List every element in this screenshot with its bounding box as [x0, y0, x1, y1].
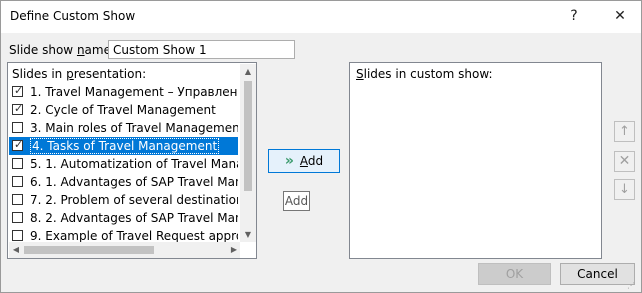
slide-item-label: 6. 1. Advantages of SAP Travel Manageme	[30, 175, 238, 189]
slide-show-name-label: Slide show name:	[9, 43, 116, 57]
slide-checkbox[interactable]	[12, 212, 23, 223]
slide-list-item[interactable]: ✓ 4. Tasks of Travel Management	[9, 137, 238, 155]
slide-list-item[interactable]: 7. 2. Problem of several destinations	[9, 191, 238, 209]
slide-show-name-input[interactable]: Custom Show 1	[108, 40, 295, 59]
slide-checkbox[interactable]	[12, 194, 23, 205]
slides-in-custom-show-label: Slides in custom show:	[356, 67, 493, 81]
add-button[interactable]: » Add	[268, 149, 340, 173]
help-button[interactable]: ?	[559, 5, 589, 27]
vertical-scrollbar[interactable]: ▲ ▼	[240, 64, 256, 242]
slides-in-presentation-label: Slides in presentation:	[12, 67, 147, 81]
slide-checkbox[interactable]	[12, 176, 23, 187]
scroll-right-icon[interactable]: ▶	[229, 245, 239, 254]
slide-item-label: 5. 1. Automatization of Travel Manageme	[30, 157, 238, 171]
slide-item-label: 8. 2. Advantages of SAP Travel Manageme	[30, 211, 238, 225]
scroll-down-icon[interactable]: ▼	[240, 230, 256, 239]
slide-list-item[interactable]: ✓ 2. Cycle of Travel Management	[9, 101, 238, 119]
remove-x-icon: ✕	[618, 153, 631, 169]
slide-item-label: 3. Main roles of Travel Management	[30, 121, 238, 135]
slide-item-label: 2. Cycle of Travel Management	[30, 103, 216, 117]
slide-list-item[interactable]: 5. 1. Automatization of Travel Manageme	[9, 155, 238, 173]
slide-item-label: 7. 2. Problem of several destinations	[30, 193, 238, 207]
horizontal-scroll-thumb[interactable]	[24, 246, 154, 254]
add-tooltip: Add	[283, 191, 310, 211]
slides-in-presentation-list[interactable]: Slides in presentation: ✓ 1. Travel Manag…	[7, 62, 257, 259]
slide-list-item[interactable]: 6. 1. Advantages of SAP Travel Manageme	[9, 173, 238, 191]
slide-checkbox[interactable]	[12, 122, 23, 133]
define-custom-show-dialog: Define Custom Show ? ✕ Slide show name: …	[0, 0, 642, 293]
cancel-button[interactable]: Cancel	[560, 263, 635, 285]
title-bar: Define Custom Show ? ✕	[1, 1, 641, 33]
slide-checkbox[interactable]	[12, 230, 23, 241]
horizontal-scrollbar[interactable]: ◀ ▶	[9, 242, 240, 258]
dialog-title: Define Custom Show	[10, 9, 136, 23]
scroll-thumb[interactable]	[244, 81, 252, 191]
slide-checkbox[interactable]: ✓	[12, 138, 24, 151]
slide-list-item[interactable]: 3. Main roles of Travel Management	[9, 119, 238, 137]
slide-checkbox[interactable]: ✓	[12, 84, 24, 97]
slide-list-item[interactable]: ✓ 1. Travel Management – Управление да	[9, 83, 238, 101]
slide-checkbox[interactable]	[12, 158, 23, 169]
double-chevron-right-icon: »	[284, 153, 294, 169]
move-down-button[interactable]: ↓	[614, 179, 635, 200]
slide-item-label: 1. Travel Management – Управление да	[30, 85, 238, 99]
checkmark-icon: ✓	[14, 138, 24, 151]
arrow-down-icon: ↓	[619, 182, 630, 197]
move-up-button[interactable]: ↑	[614, 121, 635, 142]
scroll-up-icon[interactable]: ▲	[240, 67, 256, 76]
resize-grip-icon[interactable]: ⋰	[627, 281, 639, 291]
arrow-up-icon: ↑	[619, 124, 630, 139]
slide-checkbox[interactable]: ✓	[12, 102, 24, 115]
slide-item-label: 4. Tasks of Travel Management	[30, 138, 220, 154]
slides-in-custom-show-list[interactable]: Slides in custom show:	[349, 62, 602, 259]
ok-button[interactable]: OK	[478, 263, 551, 285]
checkmark-icon: ✓	[14, 102, 24, 115]
close-button[interactable]: ✕	[605, 5, 635, 27]
scroll-left-icon[interactable]: ◀	[11, 245, 21, 254]
checkmark-icon: ✓	[14, 84, 24, 97]
remove-button[interactable]: ✕	[614, 151, 635, 172]
slide-item-label: 9. Example of Travel Request approval pr	[30, 229, 238, 243]
slide-list-item[interactable]: 8. 2. Advantages of SAP Travel Manageme	[9, 209, 238, 227]
